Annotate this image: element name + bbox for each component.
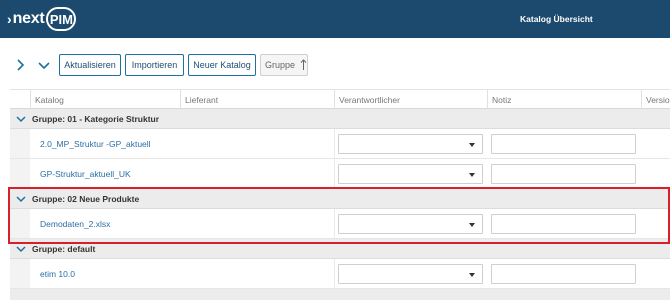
arrow-up-icon[interactable] xyxy=(300,59,307,71)
catalog-grid: Katalog Lieferant Verantwortlicher Notiz… xyxy=(10,89,670,289)
catalog-link[interactable]: Demodaten_2.xlsx xyxy=(40,209,110,239)
responsible-select[interactable] xyxy=(338,214,483,234)
column-divider xyxy=(334,159,335,189)
chevron-down-icon[interactable] xyxy=(35,54,53,76)
import-button[interactable]: Importieren xyxy=(125,54,184,76)
table-row[interactable]: etim 10.0 xyxy=(10,259,670,289)
group-row[interactable]: Gruppe: default xyxy=(10,239,670,259)
chevron-right-icon[interactable] xyxy=(11,54,29,76)
caret-down-icon xyxy=(469,273,475,277)
responsible-select[interactable] xyxy=(338,264,483,284)
column-header-katalog[interactable]: Katalog xyxy=(30,90,180,109)
responsible-select[interactable] xyxy=(338,134,483,154)
nextpim-logo[interactable]: › next PIM xyxy=(7,6,77,32)
grid-column-header: Katalog Lieferant Verantwortlicher Notiz… xyxy=(10,89,670,109)
column-header-verantwortlicher[interactable]: Verantwortlicher xyxy=(334,90,487,109)
group-label: Gruppe: default xyxy=(32,244,96,254)
column-header-notiz[interactable]: Notiz xyxy=(487,90,641,109)
group-by-chip[interactable]: Gruppe xyxy=(260,54,308,76)
column-divider xyxy=(334,259,335,289)
note-input[interactable] xyxy=(491,214,636,234)
group-label: Gruppe: 02 Neue Produkte xyxy=(32,194,140,204)
refresh-button[interactable]: Aktualisieren xyxy=(59,54,121,76)
row-gutter xyxy=(10,129,30,158)
header-gutter xyxy=(10,90,30,109)
catalog-link[interactable]: GP-Struktur_aktuell_UK xyxy=(40,159,131,189)
note-input[interactable] xyxy=(491,164,636,184)
caret-down-icon xyxy=(469,143,475,147)
logo-pim-text: PIM xyxy=(46,7,77,31)
column-header-version[interactable]: Version xyxy=(641,90,670,109)
column-header-lieferant[interactable]: Lieferant xyxy=(180,90,334,109)
table-row[interactable]: GP-Struktur_aktuell_UK xyxy=(10,159,670,189)
responsible-select[interactable] xyxy=(338,164,483,184)
note-input[interactable] xyxy=(491,264,636,284)
group-row[interactable]: Gruppe: 01 - Kategorie Struktur xyxy=(10,109,670,129)
new-catalog-button[interactable]: Neuer Katalog xyxy=(188,54,256,76)
caret-down-icon xyxy=(469,223,475,227)
logo-chevron-icon: › xyxy=(7,11,12,27)
table-row[interactable]: Demodaten_2.xlsx xyxy=(10,209,670,239)
row-gutter xyxy=(10,259,30,288)
logo-next-text: next xyxy=(12,10,45,27)
grid-bottom-edge xyxy=(10,289,670,300)
column-divider xyxy=(334,209,335,239)
group-chip-label: Gruppe xyxy=(265,60,296,70)
chevron-down-icon[interactable] xyxy=(15,193,27,205)
column-divider xyxy=(334,129,335,159)
row-gutter xyxy=(10,209,30,238)
toolbar: Aktualisieren Importieren Neuer Katalog … xyxy=(0,54,670,76)
table-row[interactable]: 2.0_MP_Struktur -GP_aktuell xyxy=(10,129,670,159)
caret-down-icon xyxy=(469,173,475,177)
catalog-link[interactable]: 2.0_MP_Struktur -GP_aktuell xyxy=(40,129,151,159)
group-label: Gruppe: 01 - Kategorie Struktur xyxy=(32,114,160,124)
catalog-link[interactable]: etim 10.0 xyxy=(40,259,75,289)
chevron-down-icon[interactable] xyxy=(15,113,27,125)
app-header: › next PIM Katalog Übersicht xyxy=(0,0,670,38)
chevron-down-icon[interactable] xyxy=(15,243,27,255)
page-title: Katalog Übersicht xyxy=(520,14,593,24)
group-row[interactable]: Gruppe: 02 Neue Produkte xyxy=(10,189,670,209)
note-input[interactable] xyxy=(491,134,636,154)
row-gutter xyxy=(10,159,30,188)
